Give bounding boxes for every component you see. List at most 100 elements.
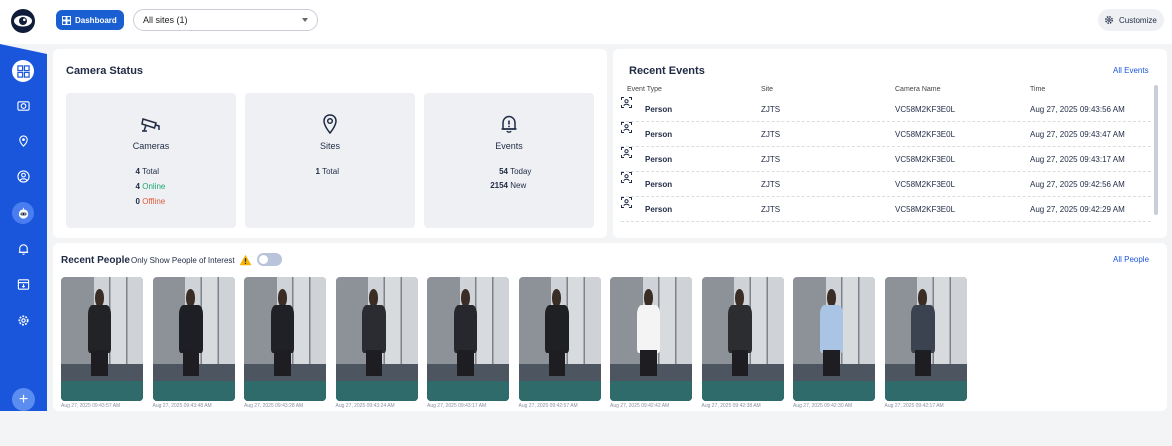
eye-logo-icon[interactable]: [10, 8, 36, 34]
event-row[interactable]: Person ZJTS VC58M2KF3E0L Aug 27, 2025 09:43…: [621, 122, 1151, 147]
all-people-link[interactable]: All People: [1113, 255, 1149, 264]
people-of-interest-toggle[interactable]: [257, 253, 282, 266]
person-thumbnail[interactable]: [793, 277, 875, 401]
person-thumbnail[interactable]: [518, 277, 601, 401]
sidebar-item-locations[interactable]: [12, 130, 34, 152]
event-type: Person: [645, 155, 673, 164]
person-body: [453, 305, 478, 353]
sites-total: 1: [315, 167, 320, 176]
person-timestamp: Aug 27, 2025 09:43:57 AM: [61, 403, 121, 409]
sidebar-item-settings[interactable]: [12, 309, 34, 331]
all-events-link[interactable]: All Events: [1113, 66, 1149, 75]
event-type: Person: [645, 130, 673, 139]
security-camera-icon: [141, 118, 160, 132]
person-body: [270, 305, 295, 353]
person-figure: [543, 289, 571, 377]
person-thumbnail[interactable]: [610, 277, 692, 401]
sidebar-item-people[interactable]: [12, 165, 34, 187]
person-legs: [731, 350, 749, 377]
event-site: ZJTS: [761, 105, 781, 114]
column-header-camera-name[interactable]: Camera Name: [895, 86, 941, 93]
person-detect-icon: [621, 97, 632, 108]
person-thumbnail[interactable]: [152, 277, 235, 401]
event-row[interactable]: Person ZJTS VC58M2KF3E0L Aug 27, 2025 09:43…: [621, 97, 1151, 122]
event-time: Aug 27, 2025 09:42:29 AM: [1030, 205, 1125, 214]
event-type: Person: [645, 105, 673, 114]
event-type: Person: [645, 180, 673, 189]
person-timestamp: Aug 27, 2025 09:43:28 AM: [244, 403, 304, 409]
person-detect-icon: [621, 172, 632, 183]
events-scrollbar[interactable]: [1154, 85, 1158, 215]
column-header-time[interactable]: Time: [1030, 86, 1045, 93]
sidebar-item-cameras[interactable]: [12, 94, 34, 116]
person-thumbnail[interactable]: [244, 277, 326, 401]
cameras-online-label: Online: [142, 182, 166, 191]
person-body: [728, 305, 752, 353]
bell-alert-icon: [501, 115, 517, 133]
person-figure: [726, 289, 754, 377]
person-figure: [635, 289, 663, 377]
cameras-offline-label: Offline: [142, 197, 166, 206]
sidebar-item-assistant[interactable]: [12, 202, 34, 224]
site-select[interactable]: All sites (1): [133, 9, 318, 31]
customize-button[interactable]: Customize: [1098, 9, 1164, 31]
person-detect-icon: [621, 122, 632, 133]
thumbnail-desk: [610, 381, 692, 401]
sidebar-item-archive[interactable]: [12, 273, 34, 295]
event-camera: VC58M2KF3E0L: [895, 180, 956, 189]
event-type: Person: [645, 205, 673, 214]
thumbnail-desk: [335, 381, 418, 401]
person-body: [819, 305, 844, 353]
person-thumbnail[interactable]: [427, 277, 509, 401]
event-row[interactable]: Person ZJTS VC58M2KF3E0L Aug 27, 2025 09:42…: [621, 172, 1151, 197]
add-button[interactable]: +: [12, 388, 35, 411]
person-timestamp: Aug 27, 2025 09:43:17 AM: [427, 403, 487, 409]
events-stat[interactable]: Events 54 Today 2154 New: [424, 93, 594, 228]
person-figure: [269, 289, 297, 377]
gear-icon: [1105, 16, 1113, 24]
event-site: ZJTS: [761, 180, 781, 189]
column-header-event-type[interactable]: Event Type: [627, 86, 662, 93]
recent-people-title: Recent People: [61, 255, 130, 266]
add-label: +: [18, 390, 29, 408]
person-thumbnail[interactable]: [701, 277, 784, 401]
person-legs: [91, 350, 108, 377]
person-timestamp: Aug 27, 2025 09:42:38 AM: [701, 403, 761, 409]
person-body: [179, 305, 203, 353]
event-site: ZJTS: [761, 130, 781, 139]
cameras-stat[interactable]: Cameras 4 Total 4 Online 0 Offline: [66, 93, 236, 228]
event-time: Aug 27, 2025 09:43:56 AM: [1030, 105, 1125, 114]
person-thumbnail[interactable]: [884, 277, 967, 401]
person-legs: [274, 350, 291, 377]
sidebar-item-alerts[interactable]: [12, 238, 34, 260]
thumbnail-desk: [884, 381, 967, 401]
person-thumbnail[interactable]: [61, 277, 143, 401]
column-header-site[interactable]: Site: [761, 86, 773, 93]
person-thumbnail[interactable]: [335, 277, 418, 401]
person-timestamp: Aug 27, 2025 09:43:48 AM: [152, 403, 212, 409]
event-camera: VC58M2KF3E0L: [895, 205, 956, 214]
person-body: [545, 305, 569, 353]
person-legs: [182, 350, 200, 377]
person-body: [636, 305, 661, 353]
warning-icon: [239, 254, 252, 266]
event-row[interactable]: Person ZJTS VC58M2KF3E0L Aug 27, 2025 09:43…: [621, 147, 1151, 172]
person-detect-icon: [621, 197, 632, 208]
event-time: Aug 27, 2025 09:43:17 AM: [1030, 155, 1125, 164]
sidebar-item-dashboard[interactable]: [12, 60, 34, 82]
dashboard-icon: [16, 64, 30, 78]
person-figure: [360, 289, 388, 377]
sites-stat[interactable]: Sites 1 Total: [245, 93, 415, 228]
person-legs: [548, 350, 566, 377]
sidebar: + 8: [0, 44, 47, 411]
dashboard-button[interactable]: Dashboard: [56, 10, 124, 30]
cameras-offline: 0: [135, 197, 140, 206]
event-camera: VC58M2KF3E0L: [895, 105, 956, 114]
person-body: [911, 305, 935, 353]
event-row[interactable]: Person ZJTS VC58M2KF3E0L Aug 27, 2025 09:42…: [621, 197, 1151, 222]
person-legs: [823, 350, 840, 377]
avatar[interactable]: 8: [12, 423, 35, 446]
person-timestamp: Aug 27, 2025 09:42:57 AM: [518, 403, 578, 409]
recent-events-title: Recent Events: [629, 65, 705, 77]
thumbnail-desk: [61, 381, 143, 401]
